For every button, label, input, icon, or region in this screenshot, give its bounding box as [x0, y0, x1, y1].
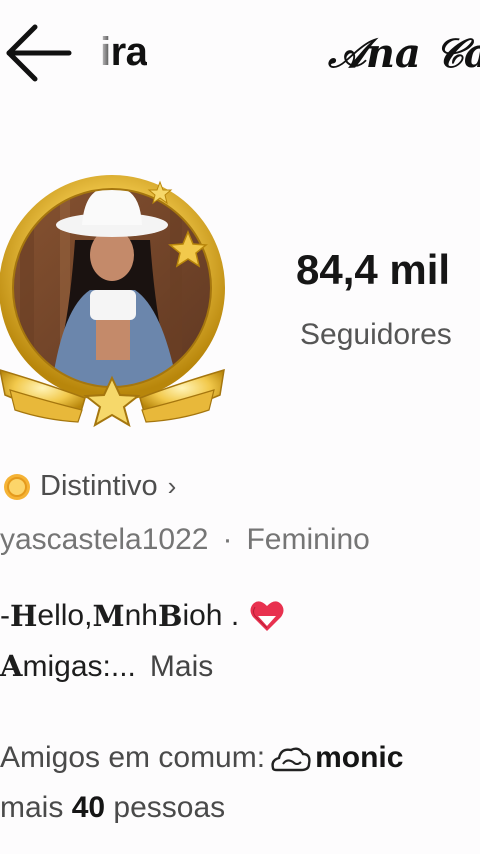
back-button[interactable]: [0, 18, 76, 88]
mutual-friend-name: monic: [315, 741, 404, 774]
bio-text: B: [157, 599, 183, 633]
cloud-hand-icon: [271, 747, 311, 772]
mutual-more-text: pessoas: [105, 791, 226, 824]
followers-label[interactable]: Seguidores: [300, 318, 452, 352]
bio-text: nh: [124, 599, 158, 632]
header-name-right: 𝒜na 𝒞a: [328, 30, 480, 77]
bio-line-2: Amigas:... Mais: [0, 649, 213, 684]
mutual-more-text: mais: [0, 791, 72, 824]
mutual-friends-row[interactable]: Amigos em comum: monic: [0, 741, 403, 775]
heart-emoji-icon: [250, 601, 284, 631]
bio-text: H: [10, 599, 38, 633]
mutual-friends-label: Amigos em comum:: [0, 741, 266, 774]
more-link[interactable]: Mais: [150, 650, 213, 683]
gender: Feminino: [246, 523, 370, 556]
mutual-more-count: 40: [71, 791, 106, 824]
user-info-row: yascastela1022 · Feminino: [0, 523, 370, 557]
avatar-frame: [0, 175, 225, 428]
bio-text: migas:...: [22, 650, 136, 683]
badge-label: Distintivo: [40, 470, 158, 502]
bio-text: M: [92, 599, 125, 633]
chevron-right-icon: ›: [167, 471, 177, 501]
mutual-friends-more[interactable]: mais 40 pessoas: [0, 791, 225, 825]
header-name-left: ira: [100, 30, 148, 74]
bio-text: ioh .: [182, 599, 240, 632]
bio-line-1: - Hello, Mnh Bioh .: [0, 598, 285, 634]
bio-text: -: [0, 599, 10, 632]
bio-text: ello,: [37, 599, 93, 632]
badge-coin-icon: [4, 473, 30, 500]
separator: ·: [222, 523, 233, 556]
profile-header: ira 𝒜na 𝒞a: [0, 0, 480, 110]
profile-screen: ira 𝒜na 𝒞a 84,4 mil Seguidores Distintiv…: [0, 0, 480, 854]
avatar[interactable]: [0, 170, 240, 440]
arrow-left-icon: [6, 24, 72, 82]
badge-link[interactable]: Distintivo ›: [2, 470, 176, 503]
bio-text: A: [0, 649, 23, 683]
username: yascastela1022: [0, 523, 209, 556]
followers-count[interactable]: 84,4 mil: [296, 246, 450, 294]
